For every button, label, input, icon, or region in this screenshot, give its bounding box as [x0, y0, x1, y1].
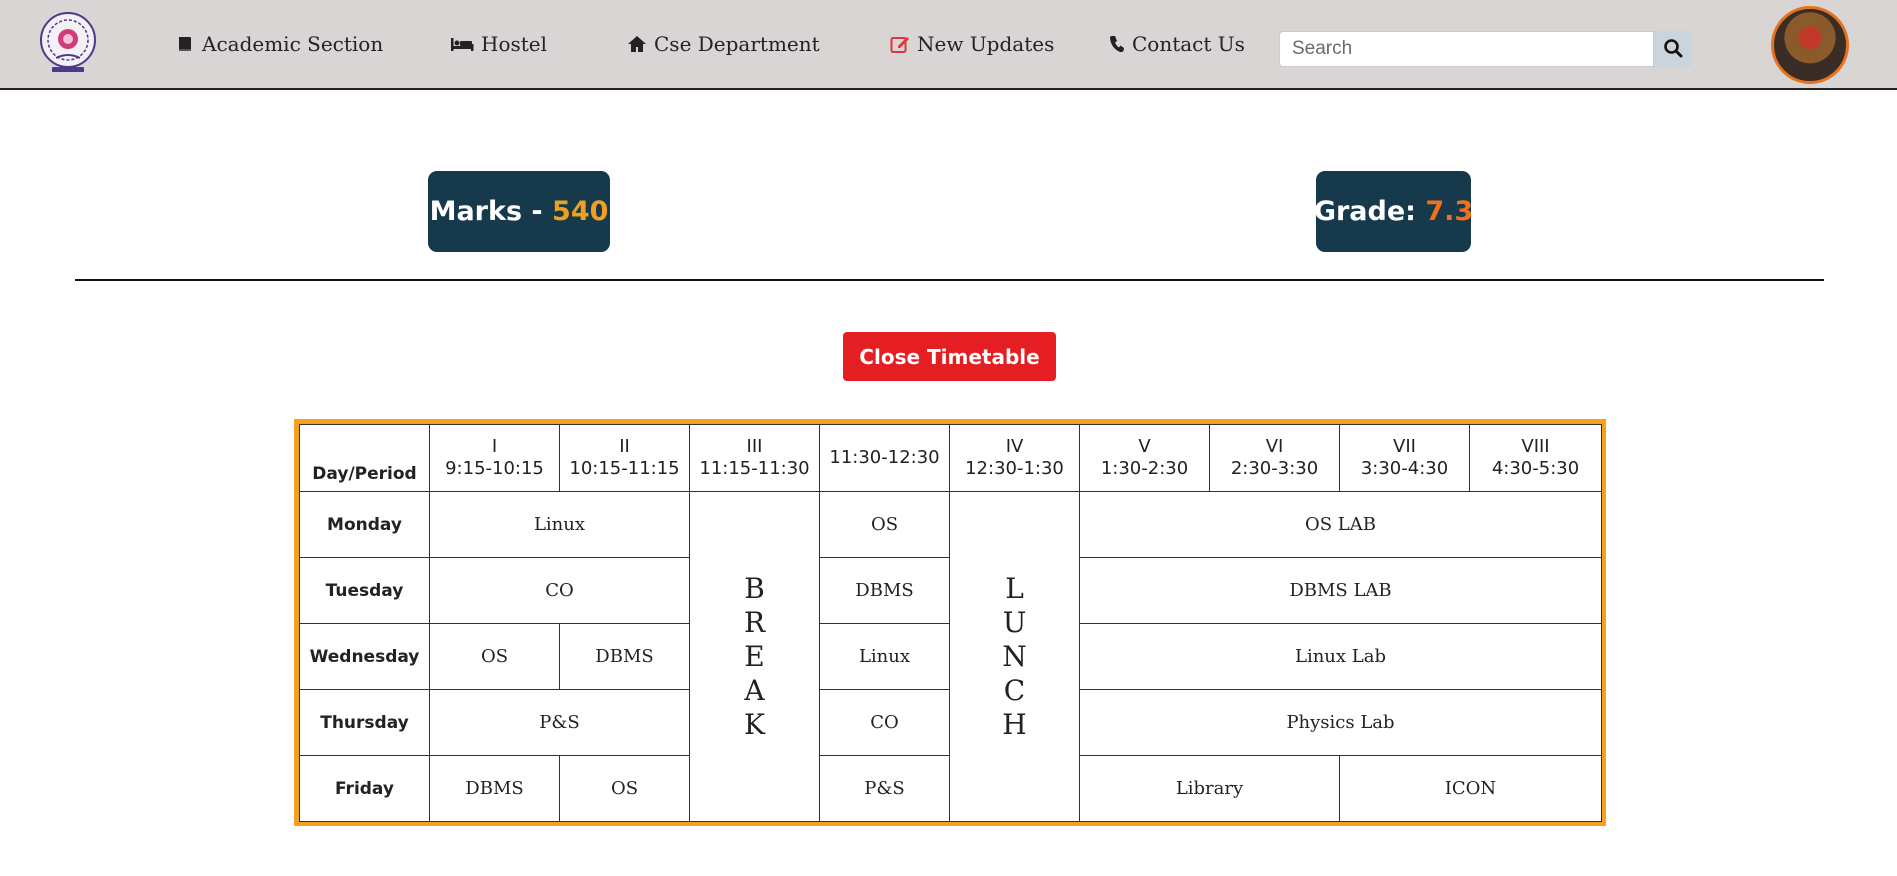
class-cell: DBMS: [559, 623, 690, 690]
timetable-frame: Day/Period I 9:15-10:15 II 10:15-11:15 III…: [294, 419, 1606, 826]
day-cell: Thursday: [299, 689, 430, 756]
marks-card: Marks - 540: [428, 171, 610, 252]
lunch-letter: L: [1005, 571, 1024, 605]
marks-value: 540: [552, 196, 609, 227]
bed-icon: [450, 34, 474, 54]
period-number: VIII: [1521, 436, 1550, 457]
header-period-5: IV 12:30-1:30: [949, 424, 1080, 492]
close-timetable-button[interactable]: Close Timetable: [843, 332, 1056, 381]
search-icon: [1663, 38, 1683, 61]
day-cell: Tuesday: [299, 557, 430, 624]
header-day-period: Day/Period: [299, 424, 430, 492]
timetable-header-row: Day/Period I 9:15-10:15 II 10:15-11:15 III…: [299, 424, 1602, 492]
timetable: Day/Period I 9:15-10:15 II 10:15-11:15 III…: [299, 424, 1602, 822]
nav-contact-us-label: Contact Us: [1132, 32, 1245, 56]
class-cell: OS: [429, 623, 560, 690]
period-time: 1:30-2:30: [1100, 458, 1189, 479]
grade-label: Grade:: [1313, 196, 1426, 227]
phone-icon: [1109, 34, 1125, 54]
search-button[interactable]: [1654, 31, 1692, 67]
header-period-3: III 11:15-11:30: [689, 424, 820, 492]
period-time: 11:30-12:30: [829, 447, 940, 468]
day-cell: Friday: [299, 755, 430, 822]
lab-cell: OS LAB: [1079, 491, 1602, 558]
day-cell: Wednesday: [299, 623, 430, 690]
day-cell: Monday: [299, 491, 430, 558]
nav-cse-department[interactable]: Cse Department: [627, 32, 820, 56]
lunch-letter: U: [1002, 605, 1027, 639]
header-period-8: VII 3:30-4:30: [1339, 424, 1470, 492]
break-letter: B: [744, 571, 765, 605]
class-cell: OS: [819, 491, 950, 558]
break-cell: B R E A K: [689, 491, 820, 822]
class-cell: CO: [429, 557, 690, 624]
period-number: V: [1138, 436, 1151, 457]
nav-hostel[interactable]: Hostel: [450, 32, 547, 56]
timetable-row-monday: Monday Linux B R E A K OS L U N C H OS L…: [299, 491, 1602, 822]
period-number: I: [491, 436, 498, 457]
lab-cell: Physics Lab: [1079, 689, 1602, 756]
period-time: 11:15-11:30: [699, 458, 810, 479]
period-number: II: [619, 436, 630, 457]
lab-cell: Library: [1079, 755, 1340, 822]
grade-value: 7.3: [1425, 196, 1474, 227]
break-letter: R: [743, 605, 766, 639]
class-cell: DBMS: [819, 557, 950, 624]
break-letter: K: [744, 707, 765, 741]
period-time: 12:30-1:30: [965, 458, 1064, 479]
lab-cell: ICON: [1339, 755, 1602, 822]
period-time: 3:30-4:30: [1360, 458, 1449, 479]
lab-cell: Linux Lab: [1079, 623, 1602, 690]
lunch-letter: H: [1002, 707, 1027, 741]
lunch-letter: N: [1002, 639, 1027, 673]
nav-academic-section[interactable]: Academic Section: [175, 32, 383, 56]
header-period-6: V 1:30-2:30: [1079, 424, 1210, 492]
nav-hostel-label: Hostel: [481, 32, 548, 56]
period-time: 10:15-11:15: [569, 458, 680, 479]
period-time: 2:30-3:30: [1230, 458, 1319, 479]
period-time: 9:15-10:15: [445, 458, 544, 479]
period-number: IV: [1005, 436, 1024, 457]
nav-cse-department-label: Cse Department: [654, 32, 820, 56]
search-input[interactable]: [1279, 31, 1654, 67]
lunch-cell: L U N C H: [949, 491, 1080, 822]
period-number: VI: [1265, 436, 1284, 457]
period-time: 4:30-5:30: [1491, 458, 1580, 479]
user-avatar[interactable]: [1771, 6, 1849, 84]
nav-new-updates[interactable]: New Updates: [890, 32, 1054, 56]
class-cell: Linux: [429, 491, 690, 558]
home-icon: [627, 34, 647, 54]
class-cell: P&S: [819, 755, 950, 822]
search-form: [1279, 31, 1692, 67]
class-cell: CO: [819, 689, 950, 756]
navbar: Academic Section Hostel Cse Department N…: [0, 0, 1897, 90]
period-number: VII: [1393, 436, 1416, 457]
class-cell: Linux: [819, 623, 950, 690]
nav-new-updates-label: New Updates: [917, 32, 1055, 56]
class-cell: P&S: [429, 689, 690, 756]
lunch-letter: C: [1003, 673, 1026, 707]
break-letter: E: [744, 639, 765, 673]
grade-card: Grade: 7.3: [1313, 171, 1474, 252]
header-period-1: I 9:15-10:15: [429, 424, 560, 492]
class-cell: OS: [559, 755, 690, 822]
header-period-4: 11:30-12:30: [819, 424, 950, 492]
university-logo-icon[interactable]: [38, 10, 98, 76]
class-cell: DBMS: [429, 755, 560, 822]
header-period-2: II 10:15-11:15: [559, 424, 690, 492]
book-icon: [175, 34, 195, 54]
header-period-9: VIII 4:30-5:30: [1469, 424, 1602, 492]
lab-cell: DBMS LAB: [1079, 557, 1602, 624]
period-number: III: [746, 436, 763, 457]
break-letter: A: [744, 673, 765, 707]
nav-academic-section-label: Academic Section: [202, 32, 384, 56]
header-period-7: VI 2:30-3:30: [1209, 424, 1340, 492]
edit-icon: [890, 34, 910, 54]
section-divider: [75, 279, 1824, 281]
nav-contact-us[interactable]: Contact Us: [1109, 32, 1245, 56]
marks-label: Marks -: [429, 196, 553, 227]
